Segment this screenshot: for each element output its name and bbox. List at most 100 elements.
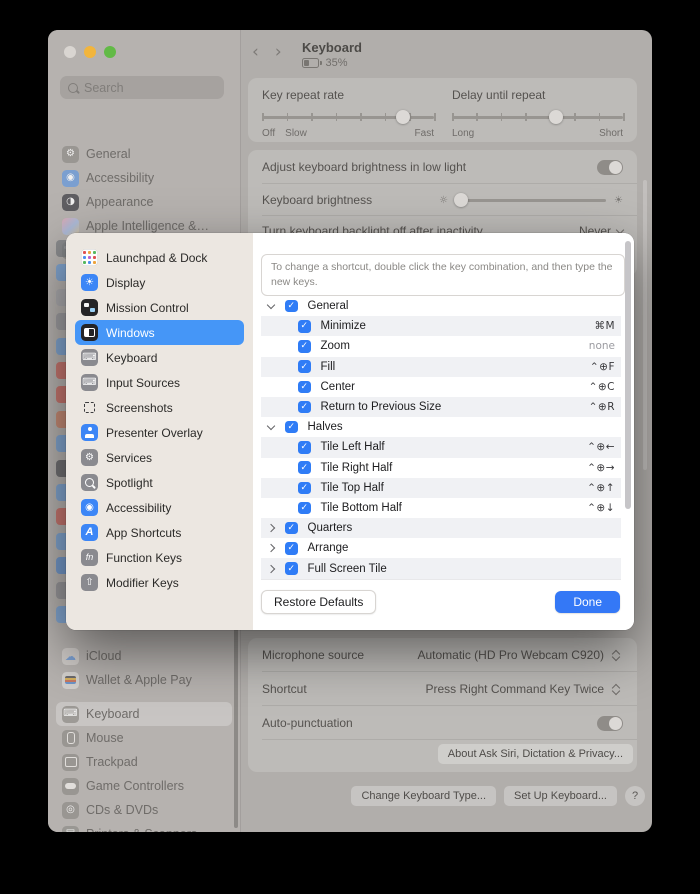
sheet-item-spotlight[interactable]: Spotlight bbox=[75, 470, 244, 495]
windows-shortcuts-sheet: Launchpad & Dock ☀ Display Mission Contr… bbox=[66, 233, 634, 630]
shortcut-group-halves[interactable]: Halves bbox=[261, 417, 621, 437]
keyboard-icon: ⌨ bbox=[81, 349, 98, 366]
checkbox[interactable] bbox=[298, 400, 311, 414]
checkbox[interactable] bbox=[298, 320, 311, 333]
shortcut-row-tile-right[interactable]: Tile Right Half ⌃⊕→ bbox=[261, 458, 621, 478]
shortcut-row-tile-bottom[interactable]: Tile Bottom Half ⌃⊕↓ bbox=[261, 498, 621, 518]
spotlight-icon bbox=[81, 474, 98, 491]
checkbox[interactable] bbox=[298, 501, 311, 515]
shortcut-group-quarters[interactable]: Quarters bbox=[261, 518, 621, 539]
help-button[interactable]: ? bbox=[625, 786, 645, 806]
delay-thumb[interactable] bbox=[549, 110, 564, 124]
sheet-item-app-shortcuts[interactable]: A App Shortcuts bbox=[75, 520, 244, 545]
sidebar-item-game-controllers[interactable]: Game Controllers bbox=[56, 774, 232, 798]
sidebar-item-icloud[interactable]: ☁ iCloud bbox=[56, 644, 232, 668]
sheet-item-accessibility[interactable]: ◉ Accessibility bbox=[75, 495, 244, 520]
shortcut-row-minimize[interactable]: Minimize ⌘M bbox=[261, 316, 621, 337]
sidebar-scrollbar[interactable] bbox=[234, 612, 238, 828]
screenshots-icon bbox=[81, 399, 98, 416]
checkbox[interactable] bbox=[285, 542, 298, 555]
sidebar-item-appearance[interactable]: ◑ Appearance bbox=[56, 190, 232, 214]
sheet-info-text: To change a shortcut, double click the k… bbox=[261, 254, 625, 297]
sidebar-item-general[interactable]: ⚙ General bbox=[56, 142, 232, 166]
done-button[interactable]: Done bbox=[555, 591, 620, 613]
checkbox[interactable] bbox=[298, 481, 311, 495]
icloud-icon: ☁ bbox=[62, 647, 79, 665]
sidebar-item-printers[interactable]: ▤ Printers & Scanners bbox=[56, 822, 232, 832]
checkbox[interactable] bbox=[298, 380, 311, 394]
shortcut-row-tile-left[interactable]: Tile Left Half ⌃⊕← bbox=[261, 437, 621, 458]
auto-punctuation-toggle[interactable] bbox=[597, 715, 623, 731]
checkbox[interactable] bbox=[298, 360, 311, 373]
sheet-item-windows[interactable]: Windows bbox=[75, 320, 244, 345]
sheet-item-function-keys[interactable]: fn Function Keys bbox=[75, 545, 244, 570]
shortcut-value[interactable]: Press Right Command Key Twice bbox=[425, 682, 604, 696]
microphone-value[interactable]: Automatic (HD Pro Webcam C920) bbox=[417, 648, 604, 662]
key-repeat-thumb[interactable] bbox=[396, 110, 411, 124]
sheet-item-input-sources[interactable]: ⌨ Input Sources bbox=[75, 370, 244, 395]
chevron-down-icon[interactable] bbox=[266, 300, 276, 309]
minimize-button[interactable] bbox=[84, 46, 96, 58]
checkbox[interactable] bbox=[298, 461, 311, 474]
sidebar-item-cds-dvds[interactable]: ◎ CDs & DVDs bbox=[56, 798, 232, 822]
sidebar-item-trackpad[interactable]: Trackpad bbox=[56, 750, 232, 774]
checkbox[interactable] bbox=[285, 521, 298, 535]
keyboard-icon: ⌨ bbox=[62, 705, 79, 723]
change-keyboard-type-button[interactable]: Change Keyboard Type... bbox=[351, 786, 497, 806]
sheet-item-display[interactable]: ☀ Display bbox=[75, 270, 244, 295]
search-input[interactable]: Search bbox=[60, 76, 224, 99]
forward-button[interactable]: › bbox=[275, 42, 282, 62]
printer-icon: ▤ bbox=[62, 825, 79, 832]
about-siri-button[interactable]: About Ask Siri, Dictation & Privacy... bbox=[437, 744, 633, 764]
sidebar-item-mouse[interactable]: Mouse bbox=[56, 726, 232, 750]
adjust-brightness-toggle[interactable] bbox=[597, 159, 623, 175]
delay-slider[interactable] bbox=[452, 110, 625, 124]
function-keys-icon: fn bbox=[81, 549, 98, 566]
main-scrollbar[interactable] bbox=[643, 180, 647, 470]
chevron-right-icon[interactable] bbox=[266, 544, 276, 553]
checkbox[interactable] bbox=[285, 562, 298, 575]
sheet-item-mission-control[interactable]: Mission Control bbox=[75, 295, 244, 320]
sheet-item-screenshots[interactable]: Screenshots bbox=[75, 395, 244, 420]
sidebar-item-accessibility[interactable]: ◉ Accessibility bbox=[56, 166, 232, 190]
checkbox[interactable] bbox=[298, 441, 311, 454]
set-up-keyboard-button[interactable]: Set Up Keyboard... bbox=[504, 786, 617, 806]
sheet-item-launchpad[interactable]: Launchpad & Dock bbox=[75, 245, 244, 270]
sheet-item-keyboard[interactable]: ⌨ Keyboard bbox=[75, 345, 244, 370]
shortcut-group-general[interactable]: General bbox=[261, 296, 621, 316]
sheet-scrollbar[interactable] bbox=[625, 241, 631, 509]
shortcut-list: General Minimize ⌘M Zoom none Fill ⌃⊕F C… bbox=[261, 296, 621, 580]
checkbox[interactable] bbox=[285, 420, 298, 434]
sheet-item-modifier-keys[interactable]: ⇧ Modifier Keys bbox=[75, 570, 244, 595]
checkbox[interactable] bbox=[298, 340, 311, 353]
sidebar-item-keyboard[interactable]: ⌨ Keyboard bbox=[56, 702, 232, 726]
key-repeat-label: Key repeat rate bbox=[262, 88, 345, 102]
sheet-item-services[interactable]: ⚙ Services bbox=[75, 445, 244, 470]
popup-chevrons-icon[interactable] bbox=[610, 681, 623, 697]
shortcut-row-center[interactable]: Center ⌃⊕C bbox=[261, 377, 621, 397]
close-button[interactable] bbox=[64, 46, 76, 58]
page-title: Keyboard bbox=[302, 40, 362, 55]
checkbox[interactable] bbox=[285, 299, 298, 313]
appearance-icon: ◑ bbox=[62, 193, 79, 211]
delay-label: Delay until repeat bbox=[452, 88, 546, 102]
chevron-right-icon[interactable] bbox=[266, 523, 276, 533]
chevron-down-icon[interactable] bbox=[266, 421, 276, 430]
keyboard-brightness-thumb[interactable] bbox=[453, 193, 468, 207]
back-button[interactable]: ‹ bbox=[252, 42, 259, 62]
shortcut-group-arrange[interactable]: Arrange bbox=[261, 538, 621, 558]
accessibility-icon: ◉ bbox=[81, 499, 98, 516]
shortcut-row-fill[interactable]: Fill ⌃⊕F bbox=[261, 356, 621, 377]
restore-defaults-button[interactable]: Restore Defaults bbox=[261, 590, 377, 614]
keyboard-brightness-slider[interactable] bbox=[453, 193, 607, 207]
key-repeat-slider[interactable] bbox=[262, 110, 436, 124]
shortcut-group-full-screen-tile[interactable]: Full Screen Tile bbox=[261, 558, 621, 579]
zoom-button[interactable] bbox=[104, 46, 116, 58]
chevron-right-icon[interactable] bbox=[266, 564, 276, 573]
sidebar-item-wallet[interactable]: Wallet & Apple Pay bbox=[56, 668, 232, 692]
shortcut-row-tile-top[interactable]: Tile Top Half ⌃⊕↑ bbox=[261, 477, 621, 498]
popup-chevrons-icon[interactable] bbox=[610, 647, 623, 663]
sheet-item-presenter-overlay[interactable]: Presenter Overlay bbox=[75, 420, 244, 445]
shortcut-row-zoom[interactable]: Zoom none bbox=[261, 336, 621, 356]
shortcut-row-return-previous-size[interactable]: Return to Previous Size ⌃⊕R bbox=[261, 396, 621, 418]
